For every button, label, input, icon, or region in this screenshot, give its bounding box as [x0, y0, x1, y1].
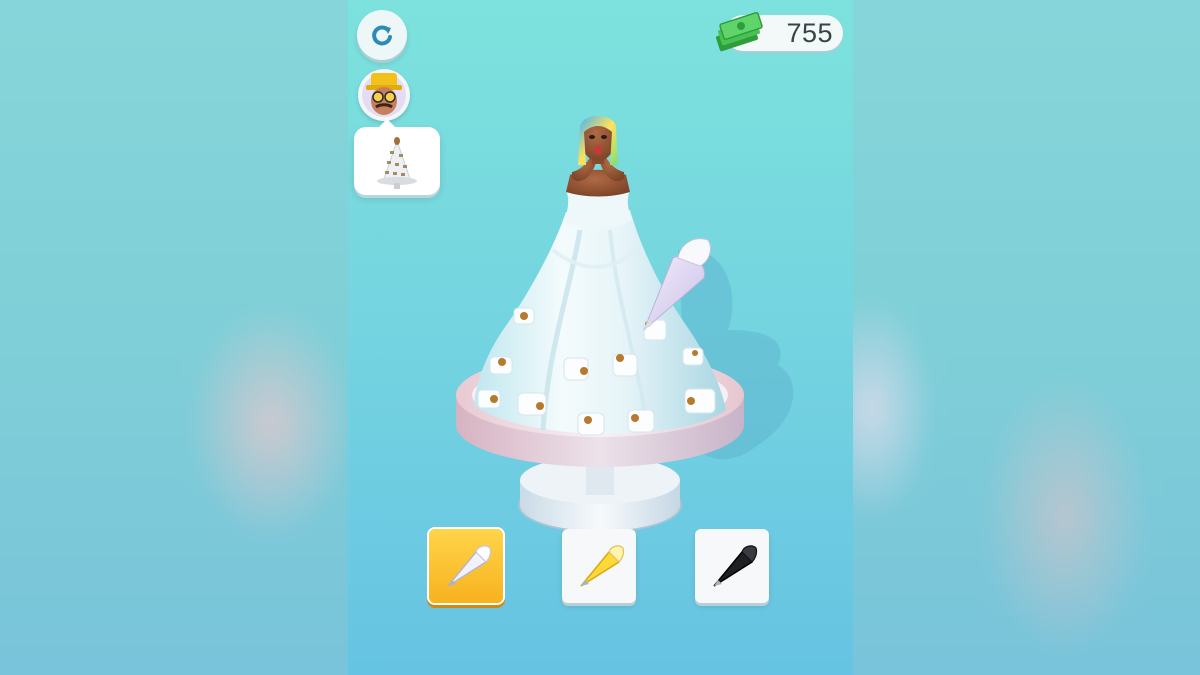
cash-stack-icon — [716, 11, 763, 52]
blurred-background-right — [853, 0, 1200, 675]
piping-bag-white-icon — [447, 545, 492, 587]
customer-avatar-icon — [362, 73, 406, 117]
restart-icon — [372, 25, 392, 46]
money-counter: 755 — [716, 11, 843, 52]
piping-bag-yellow-icon — [580, 545, 625, 587]
tool-yellow-piping-bag[interactable] — [562, 529, 636, 603]
customer-avatar — [358, 69, 410, 121]
restart-button[interactable] — [357, 10, 407, 60]
game-screen[interactable]: 755 — [348, 0, 853, 675]
blurred-background-left — [0, 0, 348, 675]
tool-black-piping-bag[interactable] — [695, 529, 769, 603]
tool-white-piping-bag[interactable] — [429, 529, 503, 603]
order-speech-bubble — [354, 119, 440, 195]
money-value: 755 — [786, 18, 833, 48]
piping-bag-black-icon — [713, 545, 758, 587]
tiered-cake-order-icon — [377, 137, 417, 189]
